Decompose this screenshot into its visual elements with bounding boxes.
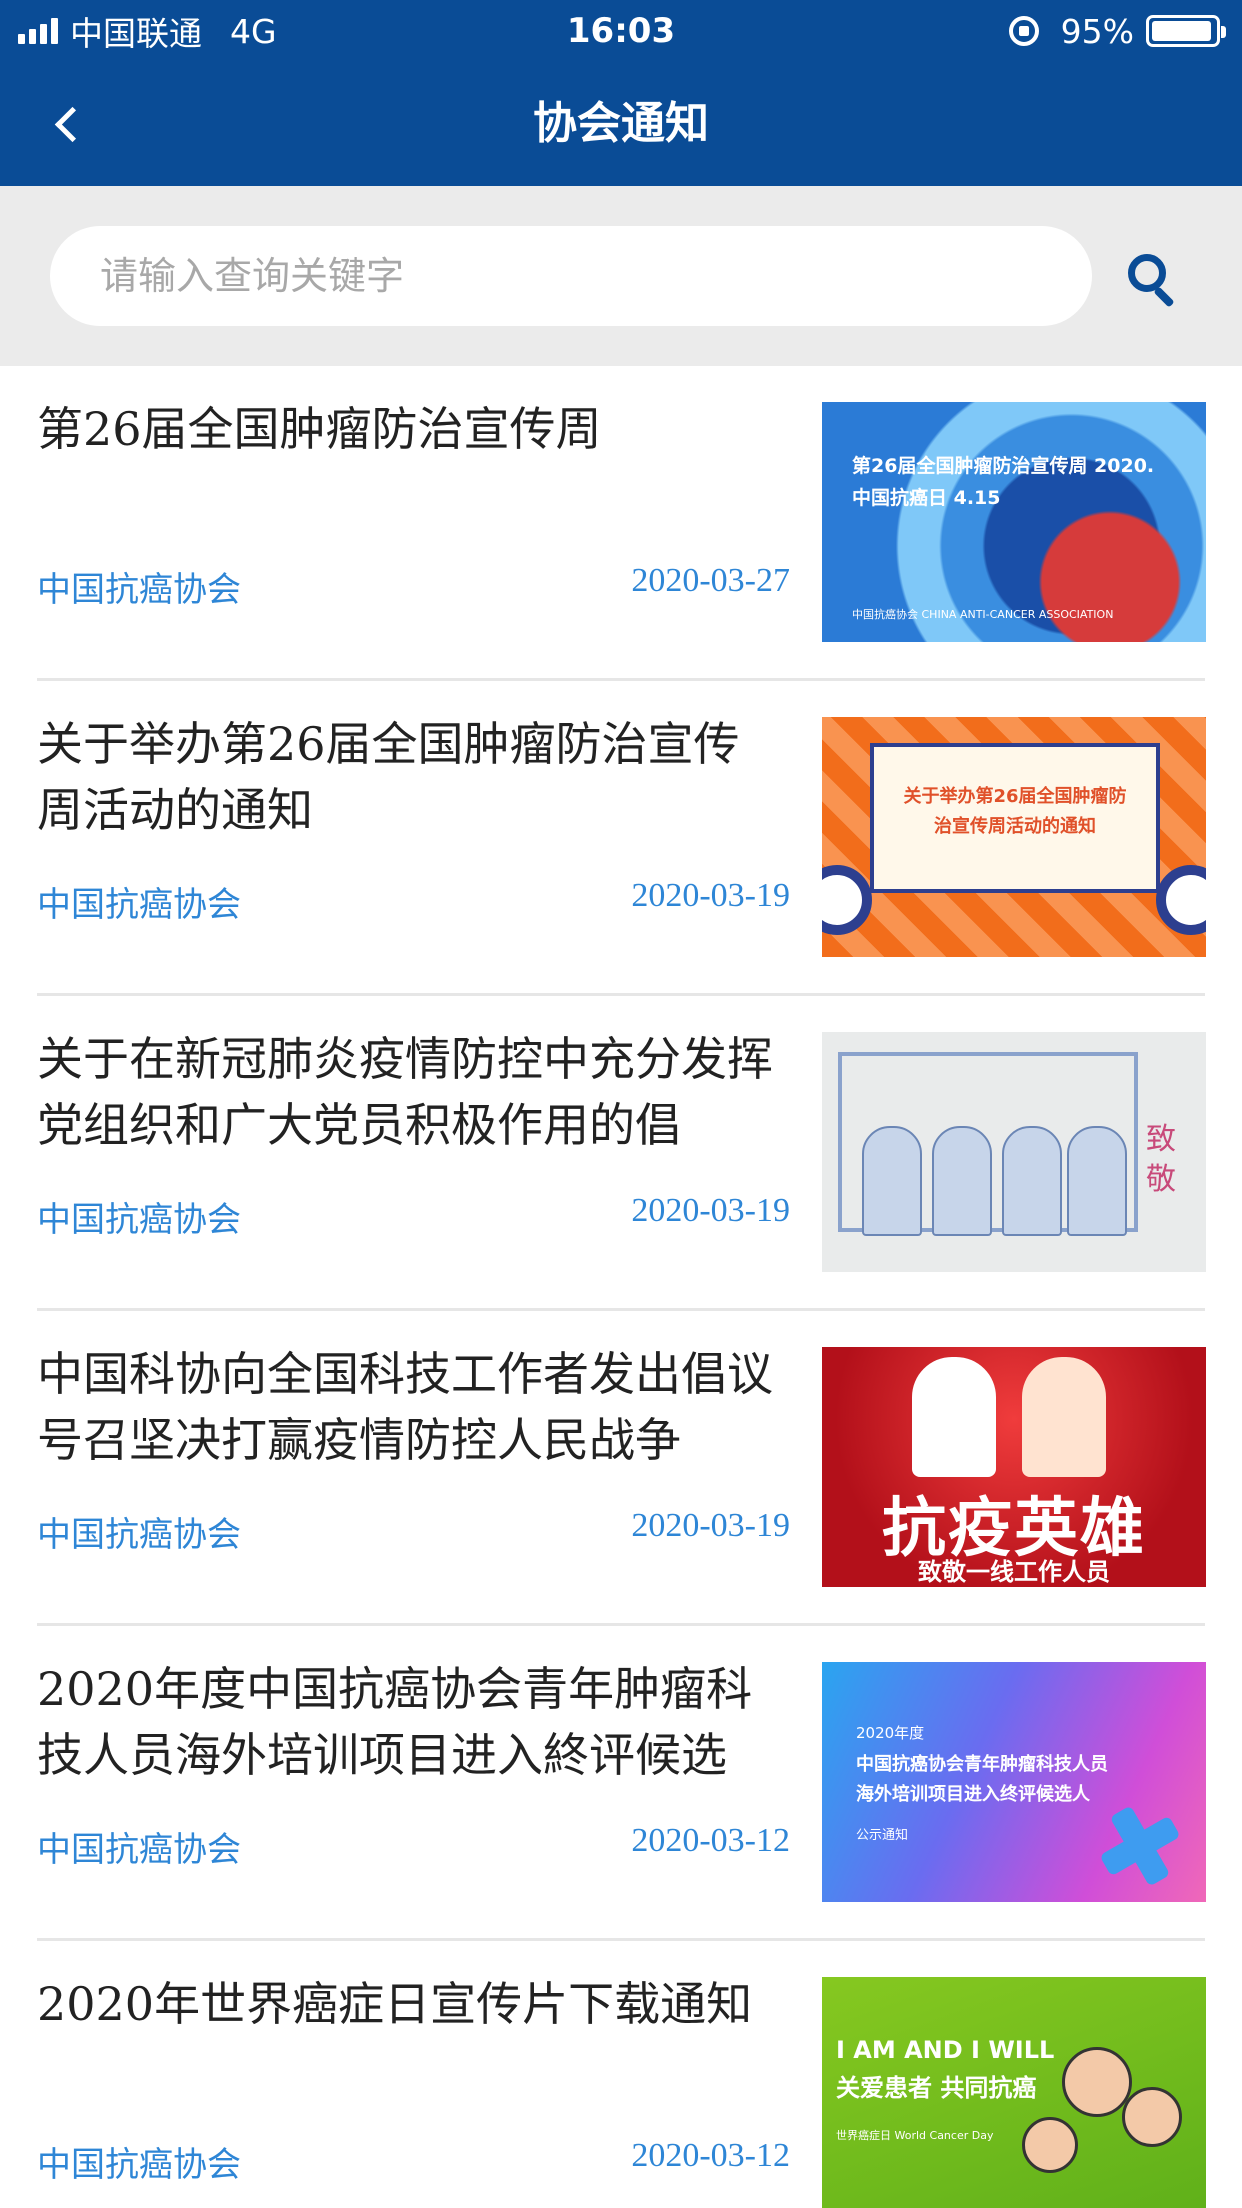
item-title: 关于举办第26届全国肿瘤防治宣传周活动的通知	[37, 717, 740, 837]
notice-list: 第26届全国肿瘤防治宣传周 中国抗癌协会 2020-03-27 第26届全国肿瘤…	[0, 366, 1242, 2208]
list-item[interactable]: 关于在新冠肺炎疫情防控中充分发挥党组织和广大党员积极作用的倡 中国抗癌协会 20…	[0, 996, 1242, 1311]
item-title: 中国科协向全国科技工作者发出倡议 号召坚决打赢疫情防控人民战争	[37, 1347, 773, 1467]
search-button[interactable]	[1120, 248, 1184, 312]
search-icon-handle	[1153, 286, 1175, 308]
item-thumbnail: 2020年度 中国抗癌协会青年肿瘤科技人员 海外培训项目进入终评候选人 公示通知	[822, 1662, 1206, 1902]
family-figure	[1122, 2087, 1182, 2147]
item-title: 2020年度中国抗癌协会青年肿瘤科技人员海外培训项目进入終评候选	[37, 1662, 753, 1782]
nav-bar: 协会通知	[0, 62, 1242, 186]
item-thumbnail: 抗疫英雄 致敬一线工作人员	[822, 1347, 1206, 1587]
list-item[interactable]: 2020年世界癌症日宣传片下载通知 中国抗癌协会 2020-03-12 I AM…	[0, 1941, 1242, 2208]
thumbnail-caption: 致敬	[1146, 1122, 1176, 1197]
thumbnail-panel: 关于举办第26届全国肿瘤防 治宣传周活动的通知	[870, 743, 1160, 893]
battery-percent: 95%	[1060, 11, 1134, 51]
item-date: 2020-03-27	[631, 562, 790, 599]
thumbnail-caption: 第26届全国肿瘤防治宣传周 2020. 中国抗癌日 4.15	[852, 450, 1154, 514]
item-thumbnail: 致敬	[822, 1032, 1206, 1272]
search-input[interactable]	[50, 226, 1092, 326]
thumbnail-tag: 公示通知	[856, 1828, 909, 1843]
megaphone-icon	[822, 865, 872, 935]
item-date: 2020-03-12	[631, 2137, 790, 2174]
item-source: 中国抗癌协会	[37, 2145, 241, 2185]
medic-figure	[1022, 1357, 1106, 1477]
medic-figure	[1067, 1126, 1127, 1236]
thumbnail-tag: 世界癌症日 World Cancer Day	[836, 2129, 994, 2142]
item-source: 中国抗癌协会	[37, 1200, 241, 1240]
status-bar: 中国联通 4G 16:03 95%	[0, 0, 1242, 62]
megaphone-icon	[1156, 865, 1206, 935]
medic-figure	[932, 1126, 992, 1236]
item-date: 2020-03-12	[631, 1822, 790, 1859]
thumbnail-logo: 中国抗癌协会 CHINA ANTI-CANCER ASSOCIATION	[852, 608, 1114, 621]
item-date: 2020-03-19	[631, 1507, 790, 1544]
battery-icon	[1146, 15, 1226, 47]
back-button[interactable]	[40, 92, 104, 156]
item-thumbnail: 第26届全国肿瘤防治宣传周 2020. 中国抗癌日 4.15 中国抗癌协会 CH…	[822, 402, 1206, 642]
item-source: 中国抗癌协会	[37, 1515, 241, 1555]
item-source: 中国抗癌协会	[37, 1830, 241, 1870]
thumbnail-caption-line: 关爱患者 共同抗癌	[836, 2074, 1037, 2102]
item-title: 关于在新冠肺炎疫情防控中充分发挥党组织和广大党员积极作用的倡	[37, 1032, 773, 1152]
thumbnail-caption: 中国抗癌协会青年肿瘤科技人员 海外培训项目进入终评候选人	[856, 1750, 1108, 1810]
thumbnail-caption-line: 治宣传周活动的通知	[934, 816, 1096, 837]
item-source: 中国抗癌协会	[37, 570, 241, 610]
thumbnail-caption-line: 第26届全国肿瘤防治宣传周 2020.	[852, 455, 1155, 477]
search-bar	[0, 186, 1242, 366]
family-figure	[1062, 2047, 1132, 2117]
rotation-lock-icon	[1008, 16, 1039, 46]
thumbnail-caption-line: 关于举办第26届全国肿瘤防	[903, 786, 1127, 807]
list-item[interactable]: 第26届全国肿瘤防治宣传周 中国抗癌协会 2020-03-27 第26届全国肿瘤…	[0, 366, 1242, 681]
search-icon	[1128, 254, 1166, 292]
item-title: 第26届全国肿瘤防治宣传周	[37, 402, 602, 456]
family-figure	[1022, 2117, 1078, 2173]
item-thumbnail: 关于举办第26届全国肿瘤防 治宣传周活动的通知	[822, 717, 1206, 957]
item-source: 中国抗癌协会	[37, 885, 241, 925]
thumbnail-caption-line: 中国抗癌协会青年肿瘤科技人员	[856, 1754, 1108, 1775]
medic-figure	[862, 1126, 922, 1236]
item-date: 2020-03-19	[631, 1192, 790, 1229]
thumbnail-caption-line: I AM AND I WILL	[836, 2036, 1055, 2064]
medic-figure	[1002, 1126, 1062, 1236]
item-date: 2020-03-19	[631, 877, 790, 914]
thumbnail-year: 2020年度	[856, 1724, 925, 1742]
status-right: 95%	[1008, 10, 1226, 52]
item-title: 2020年世界癌症日宣传片下载通知	[37, 1977, 753, 2031]
battery-level	[1152, 21, 1211, 41]
thumbnail-subline: 致敬一线工作人员	[918, 1558, 1110, 1586]
list-item[interactable]: 关于举办第26届全国肿瘤防治宣传周活动的通知 中国抗癌协会 2020-03-19…	[0, 681, 1242, 996]
list-item[interactable]: 中国科协向全国科技工作者发出倡议 号召坚决打赢疫情防控人民战争 中国抗癌协会 2…	[0, 1311, 1242, 1626]
medic-figure	[912, 1357, 996, 1477]
thumbnail-caption-line: 中国抗癌日 4.15	[852, 487, 1001, 509]
item-thumbnail: I AM AND I WILL 关爱患者 共同抗癌 世界癌症日 World Ca…	[822, 1977, 1206, 2208]
list-item[interactable]: 2020年度中国抗癌协会青年肿瘤科技人员海外培训项目进入終评候选 中国抗癌协会 …	[0, 1626, 1242, 1941]
page-title: 协会通知	[533, 98, 709, 149]
thumbnail-caption-line: 海外培训项目进入终评候选人	[856, 1784, 1090, 1805]
thumbnail-caption: 关于举办第26届全国肿瘤防 治宣传周活动的通知	[874, 782, 1156, 842]
thumbnail-caption: I AM AND I WILL 关爱患者 共同抗癌	[836, 2031, 1054, 2107]
